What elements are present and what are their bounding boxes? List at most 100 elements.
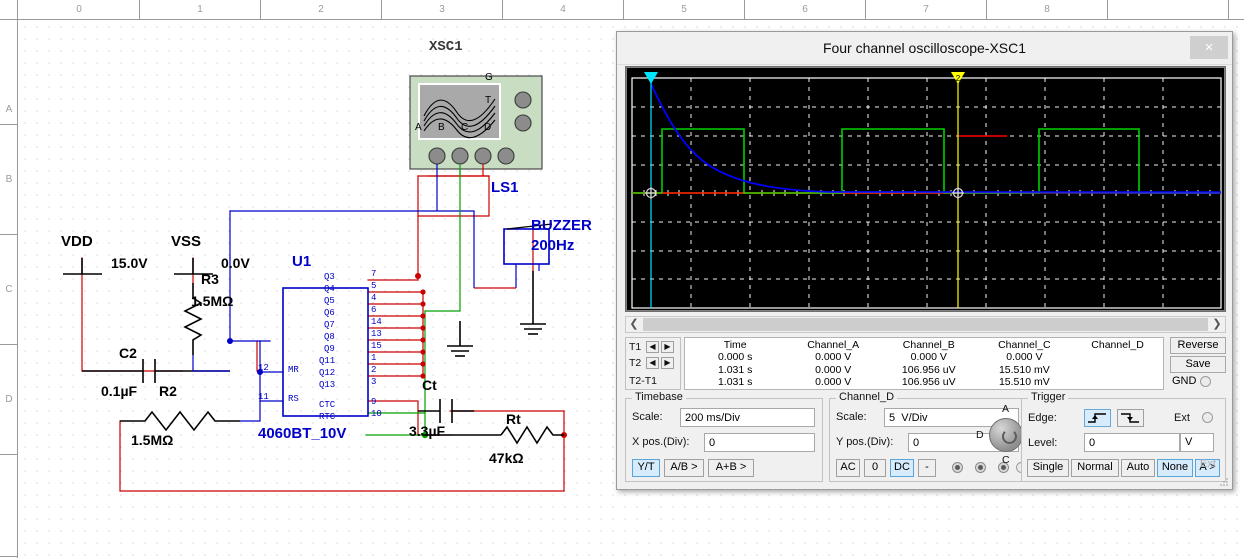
ic-pinname-q13: Q13 <box>319 380 336 390</box>
coupling-ac-button[interactable]: AC <box>836 459 860 477</box>
ic-pinnum-7: 7 <box>371 269 377 279</box>
table-row: 0.000 s 0.000 V 0.000 V 0.000 V <box>685 351 1163 364</box>
cell-channel-b: 0.000 V <box>910 351 947 363</box>
ruler-h-tick: 7 <box>866 0 987 20</box>
ruler-v-tick: C <box>0 235 18 345</box>
falling-edge-glyph <box>1121 413 1139 423</box>
gnd-radio[interactable] <box>1200 375 1212 387</box>
knob-label-d: D <box>976 429 984 441</box>
timebase-group: Timebase Scale: X pos.(Div): Y/T A/B > A… <box>625 391 823 482</box>
col-channel-b: Channel_B <box>902 339 955 351</box>
cell-time: 1.031 s <box>717 376 753 388</box>
scope-waveform-display[interactable]: 2 <box>627 68 1224 310</box>
ic-pinnum-9: 9 <box>371 397 377 407</box>
trigger-mode-auto[interactable]: Auto <box>1121 459 1155 477</box>
cell-channel-c: 15.510 mV <box>998 376 1050 388</box>
xsc1-terminal-a: A <box>415 122 422 133</box>
scope-horizontal-scrollbar[interactable]: ❮ ❯ <box>625 316 1226 333</box>
ic-pinname-q6: Q6 <box>324 308 335 318</box>
rt-value: 47kΩ <box>489 450 524 466</box>
trigger-level-label: Level: <box>1028 437 1058 449</box>
timebase-mode-apb[interactable]: A+B > <box>708 459 754 477</box>
ruler-h-tick: 8 <box>987 0 1108 20</box>
trigger-level-input[interactable] <box>1084 433 1180 452</box>
channel-radio-a[interactable] <box>952 462 963 473</box>
u1-part: 4060BT_10V <box>258 425 347 442</box>
cell-channel-d <box>1072 376 1163 389</box>
ic-pinnum-13: 13 <box>371 329 382 339</box>
coupling-none-button[interactable]: - <box>918 459 936 477</box>
ic-pinnum-4: 4 <box>371 293 377 303</box>
timebase-xpos-label: X pos.(Div): <box>632 436 690 448</box>
ic-pinname-rtc: RTC <box>319 412 336 422</box>
ic-pinnum-14: 14 <box>371 317 382 327</box>
rising-edge-icon[interactable] <box>1084 409 1111 427</box>
ruler-v-tick: B <box>0 125 18 235</box>
scroll-left-icon[interactable]: ❮ <box>626 317 642 332</box>
coupling-dc-button[interactable]: DC <box>890 459 914 477</box>
t1-right-button[interactable]: ▶ <box>661 341 674 353</box>
falling-edge-icon[interactable] <box>1117 409 1144 427</box>
r2-ref: R2 <box>159 383 177 399</box>
cursor-controls[interactable]: T1 ◀ ▶ T2 ◀ ▶ T2-T1 <box>625 337 681 390</box>
scope-screen-frame: 2 <box>625 66 1226 312</box>
scope-titlebar[interactable]: Four channel oscilloscope-XSC1 × <box>617 32 1232 65</box>
timebase-mode-yt[interactable]: Y/T <box>632 459 660 477</box>
ic-pinnum-11: 11 <box>258 392 269 402</box>
save-button[interactable]: Save <box>1170 356 1226 373</box>
resize-grip-icon[interactable] <box>1219 477 1229 487</box>
timebase-mode-ab[interactable]: A/B > <box>664 459 704 477</box>
ruler-h-tick: 3 <box>382 0 503 20</box>
ic-pinname-ctc: CTC <box>319 400 336 410</box>
ic-pinname-q9: Q9 <box>324 344 335 354</box>
ic-pinname-q4: Q4 <box>324 284 335 294</box>
table-header-row: Time Channel_A Channel_B Channel_C Chann… <box>685 338 1163 351</box>
t2-left-button[interactable]: ◀ <box>646 357 659 369</box>
table-row: 1.031 s 0.000 V 106.956 uV 15.510 mV <box>685 376 1163 389</box>
close-icon[interactable]: × <box>1190 36 1228 59</box>
reverse-button[interactable]: Reverse <box>1170 337 1226 354</box>
gnd-label: GND <box>1172 375 1197 387</box>
oscilloscope-window[interactable]: Four channel oscilloscope-XSC1 × 2 ❮ ❯ T… <box>616 31 1233 490</box>
ruler-h-tick: 0 <box>19 0 140 20</box>
trigger-ext-label: Ext <box>1174 412 1190 424</box>
trigger-mode-none[interactable]: None <box>1157 459 1193 477</box>
svg-text:2: 2 <box>956 74 961 83</box>
t2-right-button[interactable]: ▶ <box>661 357 674 369</box>
col-channel-a: Channel_A <box>807 339 860 351</box>
ic-pinname-q8: Q8 <box>324 332 335 342</box>
r2-value: 1.5MΩ <box>131 432 174 448</box>
trigger-ext-radio[interactable] <box>1202 412 1213 423</box>
ls1-ref: LS1 <box>491 179 519 196</box>
ruler-h-tick: 2 <box>261 0 382 20</box>
knob-label-c: C <box>1002 454 1010 466</box>
ruler-v-tick: A <box>0 20 18 125</box>
t1-label: T1 <box>629 341 642 353</box>
ic-pinname-q5: Q5 <box>324 296 335 306</box>
coupling-zero-button[interactable]: 0 <box>864 459 886 477</box>
ic-pinname-rs: RS <box>288 394 299 404</box>
t1-left-button[interactable]: ◀ <box>646 341 659 353</box>
trigger-group-title: Trigger <box>1028 391 1069 403</box>
timebase-scale-input[interactable] <box>680 408 815 427</box>
vertical-ruler: A B C D <box>0 20 18 558</box>
ic-pinnum-5: 5 <box>371 281 377 291</box>
ruler-h-tick: 6 <box>745 0 866 20</box>
timebase-xpos-input[interactable] <box>704 433 815 452</box>
ruler-h-tick: 1 <box>140 0 261 20</box>
scroll-right-icon[interactable]: ❯ <box>1209 317 1225 332</box>
cell-time: 0.000 s <box>717 351 753 363</box>
trigger-mode-normal[interactable]: Normal <box>1071 459 1119 477</box>
trigger-mode-single[interactable]: Single <box>1027 459 1069 477</box>
ic-pinnum-12: 12 <box>258 363 269 373</box>
xsc1-terminal-b: B <box>438 122 445 133</box>
ic-pinname-q11: Q11 <box>319 356 336 366</box>
col-channel-d: Channel_D <box>1091 339 1144 351</box>
cell-channel-a: 0.000 V <box>815 351 852 363</box>
cell-channel-c: 0.000 V <box>1006 351 1043 363</box>
channel-selector-knob[interactable] <box>989 418 1023 452</box>
trigger-ext-button: Ext <box>1200 458 1216 470</box>
scrollbar-thumb[interactable] <box>643 318 1208 331</box>
horizontal-ruler: 0 1 2 3 4 5 6 7 8 <box>0 0 1244 20</box>
ct-ref: Ct <box>422 377 437 393</box>
